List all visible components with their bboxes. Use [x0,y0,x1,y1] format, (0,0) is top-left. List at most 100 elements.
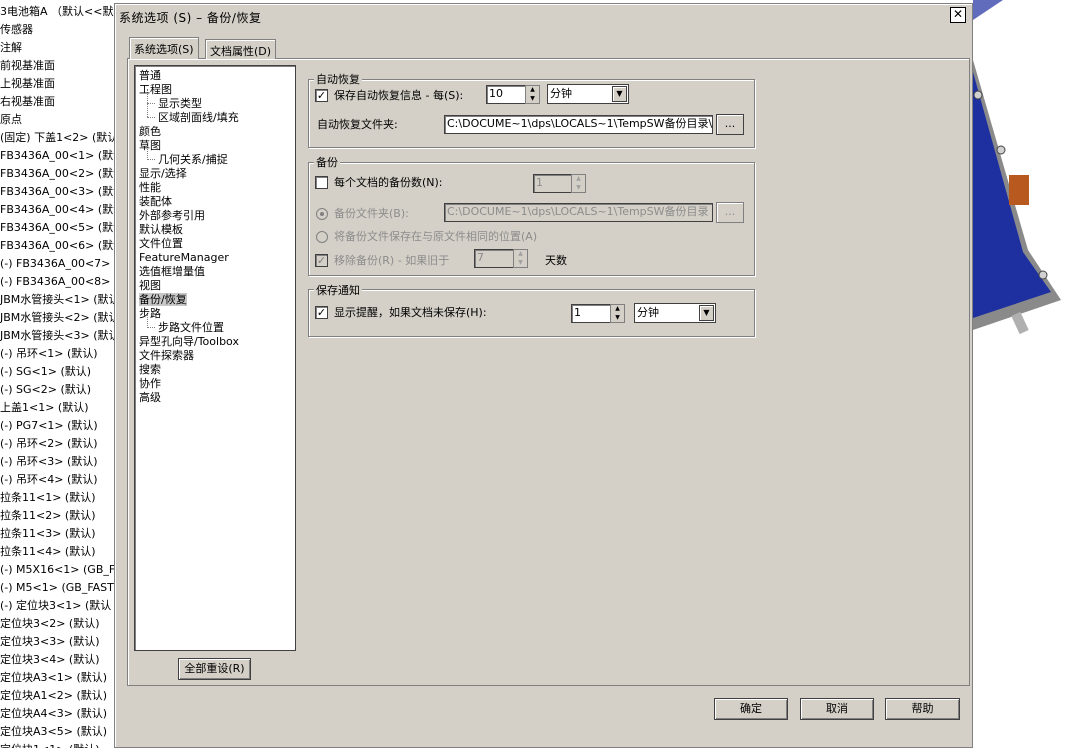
feature-tree-item[interactable]: JBM水管接头<3> (默认 [0,329,114,343]
feature-tree-item[interactable]: (-) 定位块3<1> (默认 [0,599,111,613]
feature-tree-item[interactable]: (-) 吊环<1> (默认) [0,347,98,361]
feature-tree-item[interactable]: 注解 [0,41,22,55]
feature-tree-item[interactable]: 定位块3<4> (默认) [0,653,100,667]
backup-folder-field[interactable]: C:\DOCUME~1\dps\LOCALS~1\TempSW备份目录 [444,203,713,222]
remove-backup-days-field[interactable]: 7 [474,249,514,268]
feature-tree-item[interactable]: FB3436A_00<2> (默认 [0,167,114,181]
backup-folder-label: 备份文件夹(B): [334,207,409,220]
remove-backup-checkbox[interactable]: ✓ [315,254,328,267]
spin-down-icon: ▼ [518,259,523,266]
feature-tree-item[interactable]: (-) FB3436A_00<8> (默 [0,275,114,289]
feature-tree-item[interactable]: FB3436A_00<5> (默认 [0,221,114,235]
backup-count-field[interactable]: 1 [533,174,573,193]
nav-item[interactable]: 步路文件位置 [158,321,224,334]
feature-tree-item[interactable]: FB3436A_00<1> (默认 [0,149,114,163]
feature-tree-item[interactable]: 定位块A3<5> (默认) [0,725,107,739]
feature-tree-item[interactable]: JBM水管接头<1> (默认 [0,293,114,307]
backup-count-spinner[interactable]: ▲ ▼ [571,174,586,193]
nav-item[interactable]: 性能 [139,181,161,194]
nav-item[interactable]: 装配体 [139,195,172,208]
feature-tree-item[interactable]: (-) M5<1> (GB_FASTE [0,581,114,595]
feature-manager-tree[interactable]: 3电池箱A （默认<<默认 传感器注解前视基准面上视基准面右视基准面原点 (固定) … [0,0,114,748]
help-button[interactable]: 帮助 [885,698,960,720]
close-button[interactable]: ✕ [950,7,966,23]
feature-tree-item[interactable]: (-) 吊环<4> (默认) [0,473,98,487]
save-notify-unit-dropdown[interactable]: 分钟 ▼ [634,303,716,323]
nav-item[interactable]: 几何关系/捕捉 [158,153,228,166]
feature-tree-item[interactable]: 拉条11<4> (默认) [0,545,96,559]
save-notify-checkbox[interactable]: ✓ [315,306,328,319]
nav-item[interactable]: 普通 [139,69,161,82]
feature-tree-item[interactable]: 原点 [0,113,22,127]
nav-item[interactable]: 异型孔向导/Toolbox [139,335,239,348]
graphics-viewport[interactable] [973,0,1086,748]
feature-tree-item[interactable]: 定位块1<1> (默认) [0,743,100,748]
backup-count-checkbox[interactable] [315,176,328,189]
spin-down-icon: ▼ [615,314,620,321]
auto-recover-checkbox[interactable]: ✓ [315,89,328,102]
tab-document-properties[interactable]: 文档属性(D) [205,39,277,59]
feature-tree-item[interactable]: 右视基准面 [0,95,55,109]
feature-tree-item[interactable]: (-) FB3436A_00<7> (默 [0,257,114,271]
backup-folder-radio[interactable] [316,208,328,220]
feature-tree-item[interactable]: (-) M5X16<1> (GB_FA [0,563,114,577]
auto-recover-folder-field[interactable]: C:\DOCUME~1\dps\LOCALS~1\TempSW备份目录\swx [444,115,713,134]
backup-same-location-radio[interactable] [316,231,328,243]
feature-tree-item[interactable]: FB3436A_00<3> (默认 [0,185,114,199]
feature-tree-item[interactable]: 拉条11<2> (默认) [0,509,96,523]
auto-recover-interval-spinner[interactable]: ▲ ▼ [525,85,540,104]
nav-item[interactable]: 步路 [139,307,161,320]
feature-tree-item[interactable]: 拉条11<1> (默认) [0,491,96,505]
nav-item[interactable]: 外部参考引用 [139,209,205,222]
feature-tree-item[interactable]: 定位块A1<2> (默认) [0,689,107,703]
feature-tree-item[interactable]: 前视基准面 [0,59,55,73]
nav-item[interactable]: 文件探索器 [139,349,194,362]
feature-tree-item[interactable]: 3电池箱A （默认<<默认 [0,5,114,19]
nav-item[interactable]: 视图 [139,279,161,292]
feature-tree-item[interactable]: FB3436A_00<6> (默认 [0,239,114,253]
auto-recover-browse-button[interactable]: ... [716,114,744,135]
nav-item[interactable]: 搜索 [139,363,161,376]
feature-tree-item[interactable]: 定位块A3<1> (默认) [0,671,107,685]
nav-item[interactable]: 显示类型 [158,97,202,110]
feature-tree-item[interactable]: 定位块A4<3> (默认) [0,707,107,721]
nav-item[interactable]: 协作 [139,377,161,390]
feature-tree-item[interactable]: (-) SG<2> (默认) [0,383,91,397]
nav-item[interactable]: 区域剖面线/填充 [158,111,239,124]
nav-item[interactable]: 工程图 [139,83,172,96]
nav-item[interactable]: 草图 [139,139,161,152]
feature-tree-item[interactable]: JBM水管接头<2> (默认 [0,311,114,325]
nav-item[interactable]: 默认模板 [139,223,183,236]
feature-tree-item[interactable]: (固定) 下盖1<2> (默认 [0,131,114,145]
nav-item[interactable]: FeatureManager [139,251,229,264]
options-nav-tree[interactable]: 普通 工程图 显示类型 区域剖面线/填充 颜色 草图 几何关系/捕捉 显示/选择 性能 装配体 外部… [134,65,296,651]
nav-item[interactable]: 颜色 [139,125,161,138]
backup-browse-button[interactable]: ... [716,202,744,223]
feature-tree-item[interactable]: 定位块3<3> (默认) [0,635,100,649]
feature-tree-item[interactable]: (-) SG<1> (默认) [0,365,91,379]
ok-button[interactable]: 确定 [714,698,788,720]
feature-tree-item[interactable]: 上盖1<1> (默认) [0,401,89,415]
nav-item[interactable]: 高级 [139,391,161,404]
nav-item[interactable]: 选值框增量值 [139,265,205,278]
auto-recover-interval-field[interactable]: 10 [486,85,526,104]
nav-item[interactable]: 备份/恢复 [139,293,187,306]
feature-tree-item[interactable]: 拉条11<3> (默认) [0,527,96,541]
feature-tree-item[interactable]: (-) 吊环<3> (默认) [0,455,98,469]
feature-tree-item[interactable]: 定位块3<2> (默认) [0,617,100,631]
feature-tree-item[interactable]: (-) PG7<1> (默认) [0,419,98,433]
nav-item[interactable]: 显示/选择 [139,167,187,180]
dialog-titlebar[interactable]: 系统选项 (S) – 备份/恢复 ✕ [117,6,970,26]
reset-all-button[interactable]: 全部重设(R) [178,658,251,680]
nav-item[interactable]: 文件位置 [139,237,183,250]
save-notify-interval-spinner[interactable]: ▲ ▼ [610,304,625,323]
feature-tree-item[interactable]: 上视基准面 [0,77,55,91]
remove-backup-days-spinner[interactable]: ▲ ▼ [513,249,528,268]
feature-tree-item[interactable]: (-) 吊环<2> (默认) [0,437,98,451]
auto-recover-unit-dropdown[interactable]: 分钟 ▼ [547,84,629,104]
save-notify-interval-field[interactable]: 1 [571,304,612,323]
feature-tree-item[interactable]: FB3436A_00<4> (默认 [0,203,114,217]
feature-tree-item[interactable]: 传感器 [0,23,33,37]
tab-system-options[interactable]: 系统选项(S) [129,37,199,59]
cancel-button[interactable]: 取消 [800,698,874,720]
